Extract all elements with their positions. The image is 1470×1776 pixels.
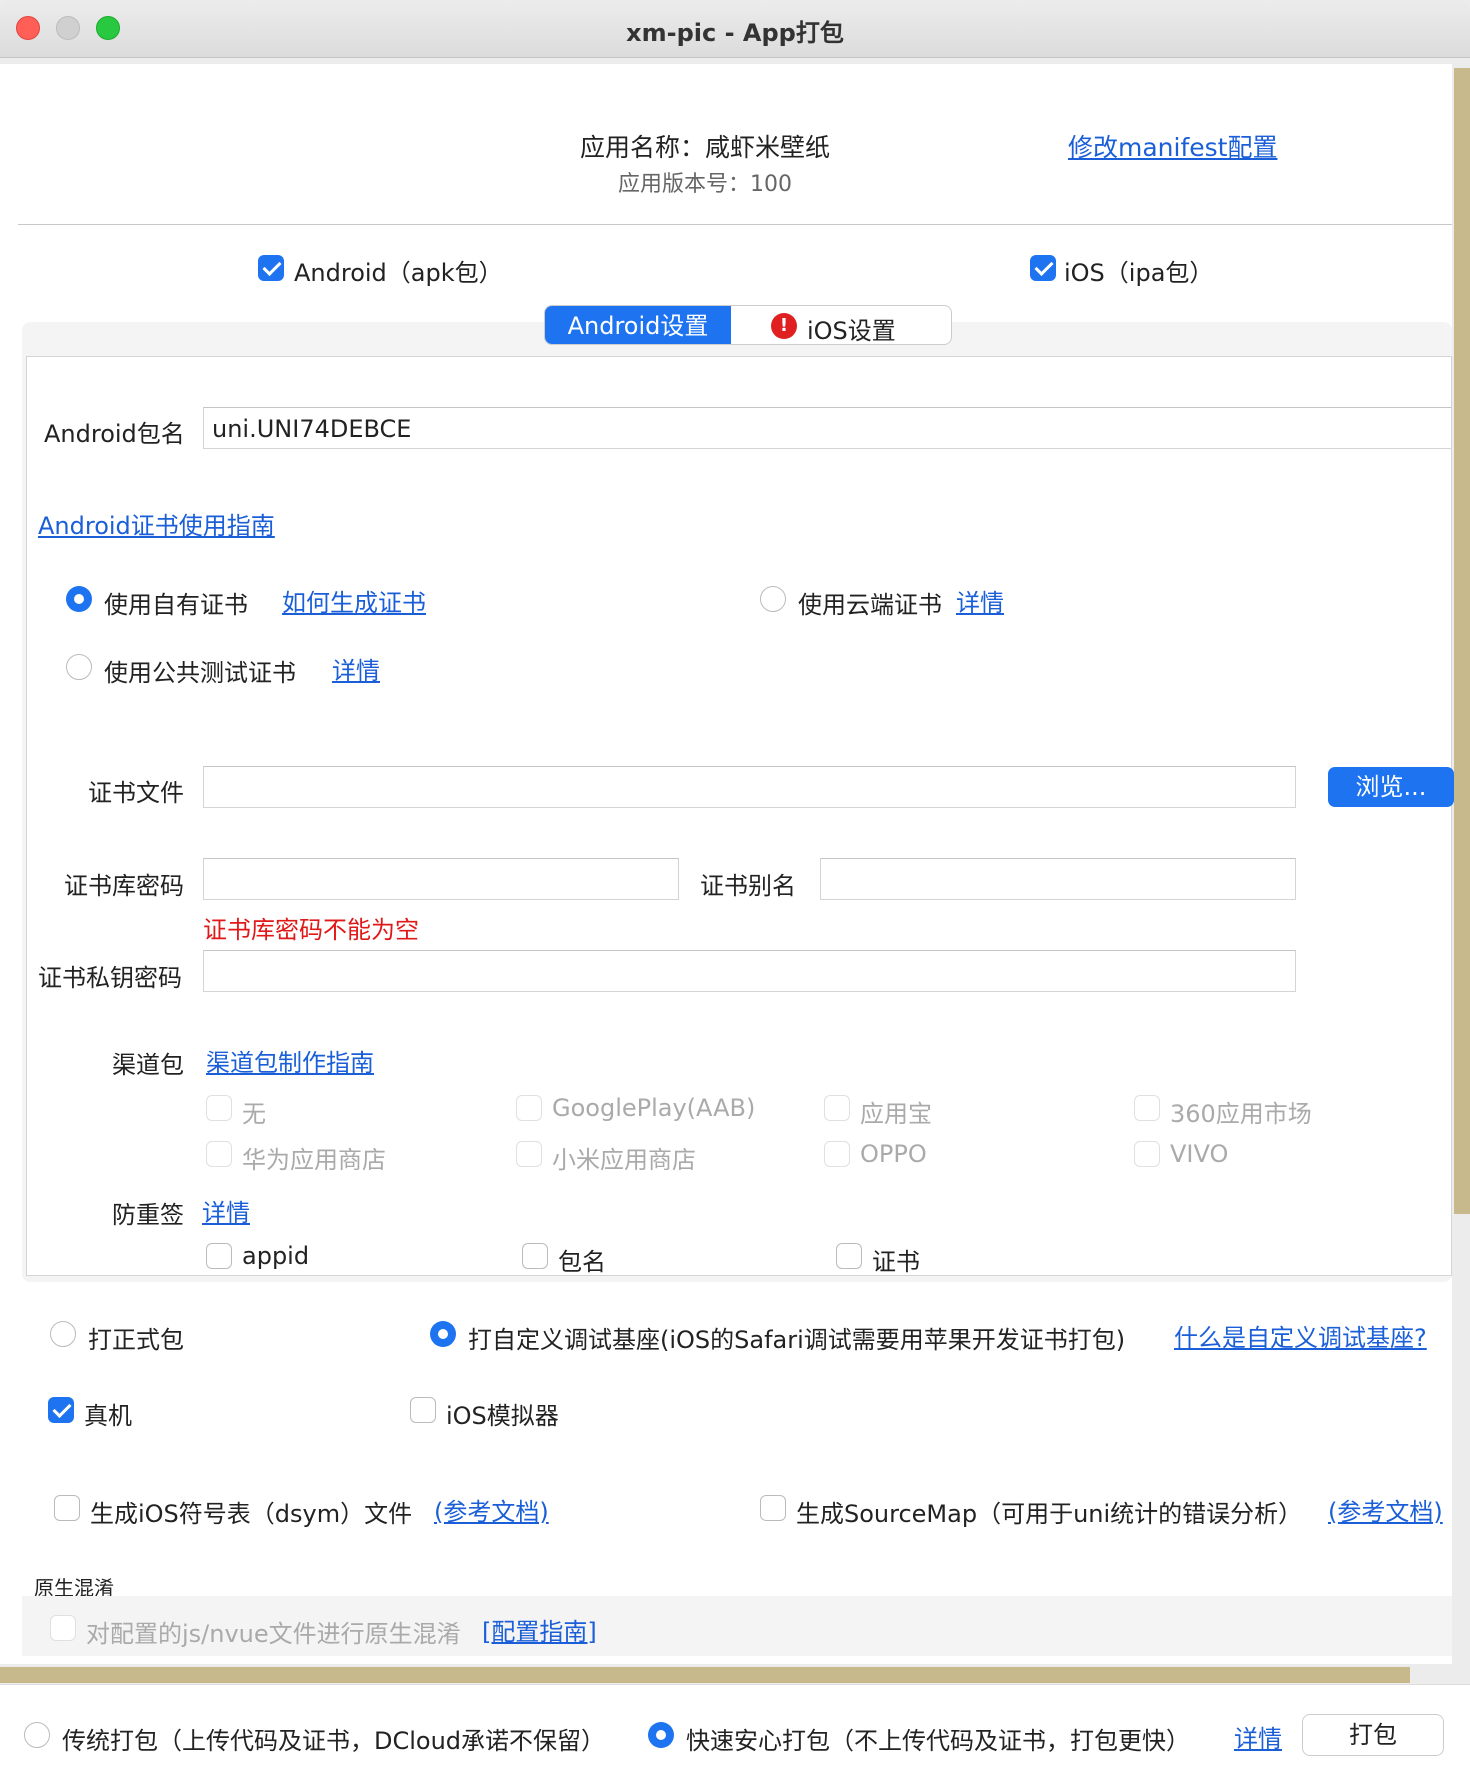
channel-checkbox-huawei[interactable] — [206, 1141, 232, 1167]
sourcemap-docs-link[interactable]: (参考文档) — [1328, 1492, 1443, 1527]
custom-base-help-link[interactable]: 什么是自定义调试基座? — [1174, 1318, 1427, 1353]
anti-resign-package-label: 包名 — [558, 1248, 606, 1276]
traditional-pack-label: 传统打包（上传代码及证书，DCloud承诺不保留） — [62, 1727, 606, 1755]
public-test-cert-details-link[interactable]: 详情 — [332, 651, 380, 686]
obfuscation-guide-link[interactable]: [配置指南] — [482, 1612, 597, 1647]
keystore-password-value — [204, 859, 678, 873]
anti-resign-appid-checkbox[interactable] — [206, 1243, 232, 1269]
keystore-password-error: 证书库密码不能为空 — [203, 916, 419, 944]
divider — [18, 224, 1452, 225]
channel-guide-link[interactable]: 渠道包制作指南 — [206, 1043, 374, 1078]
app-version-label: 应用版本号：100 — [618, 172, 792, 197]
channel-checkbox-360[interactable] — [1134, 1095, 1160, 1121]
vertical-scrollbar[interactable] — [1454, 68, 1470, 1214]
cert-alias-label: 证书别名 — [700, 872, 796, 900]
tab-android-settings[interactable]: Android设置 — [545, 306, 731, 344]
tab-ios-label: iOS设置 — [807, 317, 896, 345]
channel-checkbox-xiaomi[interactable] — [516, 1141, 542, 1167]
channel-label-huawei: 华为应用商店 — [242, 1146, 386, 1174]
public-test-cert-radio[interactable] — [66, 654, 92, 680]
channel-label-xiaomi: 小米应用商店 — [552, 1146, 696, 1174]
browse-button[interactable]: 浏览... — [1328, 767, 1454, 807]
edit-manifest-link[interactable]: 修改manifest配置 — [1068, 128, 1277, 164]
android-package-input[interactable]: uni.UNI74DEBCE — [203, 407, 1452, 449]
public-test-cert-label: 使用公共测试证书 — [104, 659, 296, 687]
channel-checkbox-none[interactable] — [206, 1095, 232, 1121]
dsym-docs-link[interactable]: (参考文档) — [434, 1492, 549, 1527]
title-bar: xm-pic - App打包 — [0, 0, 1470, 58]
traditional-pack-radio[interactable] — [24, 1722, 50, 1748]
simulator-target-label: iOS模拟器 — [446, 1402, 559, 1430]
android-package-value: uni.UNI74DEBCE — [212, 415, 412, 443]
private-key-password-input[interactable] — [203, 950, 1296, 992]
fast-pack-label: 快速安心打包（不上传代码及证书，打包更快） — [686, 1727, 1190, 1755]
ios-platform-checkbox[interactable] — [1030, 255, 1056, 281]
simulator-target-checkbox[interactable] — [410, 1397, 436, 1423]
cert-file-label: 证书文件 — [88, 779, 184, 807]
channel-label-yingyongbao: 应用宝 — [860, 1100, 932, 1128]
dsym-label: 生成iOS符号表（dsym）文件 — [90, 1500, 413, 1528]
window-title: xm-pic - App打包 — [626, 19, 844, 47]
private-key-password-label: 证书私钥密码 — [38, 964, 182, 992]
channel-checkbox-yingyongbao[interactable] — [824, 1095, 850, 1121]
fast-pack-details-link[interactable]: 详情 — [1234, 1719, 1282, 1754]
obfuscation-checkbox[interactable] — [50, 1615, 76, 1641]
custom-base-label: 打自定义调试基座(iOS的Safari调试需要用苹果开发证书打包) — [468, 1326, 1126, 1354]
release-build-label: 打正式包 — [88, 1326, 184, 1354]
cert-file-input[interactable] — [203, 766, 1296, 808]
channel-checkbox-oppo[interactable] — [824, 1141, 850, 1167]
ios-platform-label: iOS（ipa包） — [1064, 259, 1214, 287]
keystore-password-label: 证书库密码 — [64, 872, 184, 900]
channel-label-none: 无 — [242, 1100, 266, 1128]
settings-tabs: Android设置 ! iOS设置 — [544, 305, 952, 345]
keystore-password-input[interactable] — [203, 858, 679, 900]
channel-checkbox-vivo[interactable] — [1134, 1141, 1160, 1167]
sourcemap-checkbox[interactable] — [760, 1495, 786, 1521]
anti-resign-cert-label: 证书 — [872, 1248, 920, 1276]
cert-alias-value — [821, 859, 1295, 873]
cert-file-value — [204, 767, 1295, 781]
cert-alias-input[interactable] — [820, 858, 1296, 900]
release-build-radio[interactable] — [50, 1321, 76, 1347]
channel-label: 渠道包 — [112, 1051, 184, 1079]
device-target-label: 真机 — [84, 1402, 132, 1430]
android-settings-panel — [26, 356, 1452, 1276]
channel-label-360: 360应用市场 — [1170, 1100, 1312, 1128]
cloud-cert-details-link[interactable]: 详情 — [956, 583, 1004, 618]
custom-base-radio[interactable] — [430, 1321, 456, 1347]
channel-label-oppo: OPPO — [860, 1140, 927, 1168]
own-cert-radio[interactable] — [66, 586, 92, 612]
dsym-checkbox[interactable] — [54, 1495, 80, 1521]
how-to-generate-cert-link[interactable]: 如何生成证书 — [282, 583, 426, 618]
channel-label-vivo: VIVO — [1170, 1140, 1229, 1168]
android-platform-checkbox[interactable] — [258, 255, 284, 281]
cloud-cert-radio[interactable] — [760, 586, 786, 612]
tab-ios-settings[interactable]: ! iOS设置 — [731, 306, 951, 345]
anti-resign-appid-label: appid — [242, 1242, 310, 1270]
obfuscation-label: 对配置的js/nvue文件进行原生混淆 — [86, 1620, 461, 1648]
android-package-label: Android包名 — [44, 420, 185, 448]
anti-resign-package-checkbox[interactable] — [522, 1243, 548, 1269]
anti-resign-cert-checkbox[interactable] — [836, 1243, 862, 1269]
private-key-password-value — [204, 951, 1295, 965]
channel-label-googleplay: GooglePlay(AAB) — [552, 1094, 756, 1122]
error-icon: ! — [771, 313, 797, 339]
horizontal-scrollbar[interactable] — [0, 1667, 1410, 1683]
pack-button[interactable]: 打包 — [1302, 1714, 1444, 1756]
sourcemap-label: 生成SourceMap（可用于uni统计的错误分析） — [796, 1500, 1303, 1528]
device-target-checkbox[interactable] — [48, 1397, 74, 1423]
cloud-cert-label: 使用云端证书 — [798, 591, 942, 619]
android-cert-guide-link[interactable]: Android证书使用指南 — [38, 506, 275, 541]
channel-checkbox-googleplay[interactable] — [516, 1095, 542, 1121]
anti-resign-details-link[interactable]: 详情 — [202, 1193, 250, 1228]
own-cert-label: 使用自有证书 — [104, 591, 248, 619]
android-platform-label: Android（apk包） — [294, 259, 503, 287]
anti-resign-label: 防重签 — [112, 1201, 184, 1229]
fast-pack-radio[interactable] — [648, 1722, 674, 1748]
